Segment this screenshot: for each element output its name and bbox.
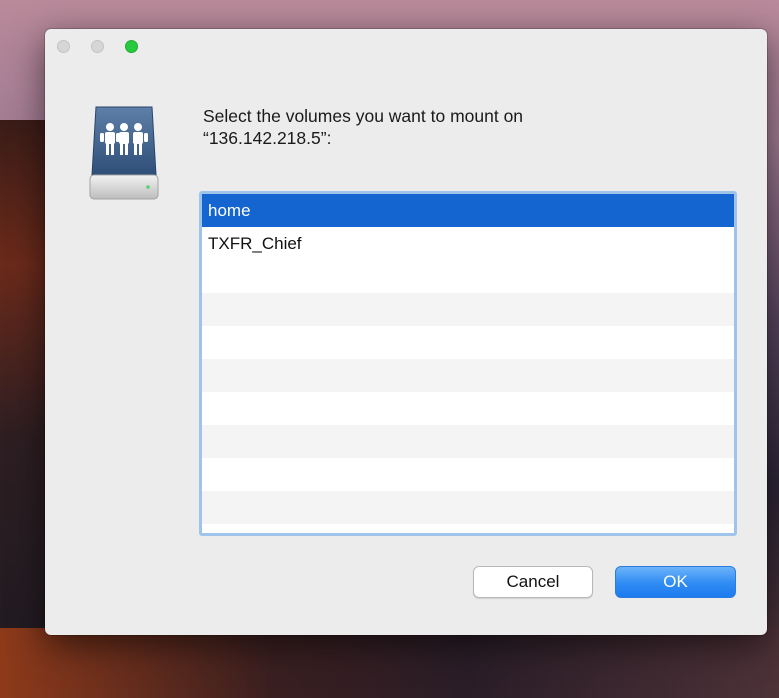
empty-row bbox=[202, 293, 734, 326]
title-bar[interactable] bbox=[45, 29, 767, 67]
empty-row bbox=[202, 326, 734, 359]
volume-list[interactable]: home TXFR_Chief bbox=[199, 191, 737, 536]
empty-row bbox=[202, 458, 734, 491]
volume-item-txfr-chief[interactable]: TXFR_Chief bbox=[202, 227, 734, 260]
empty-row bbox=[202, 425, 734, 458]
zoom-button[interactable] bbox=[125, 40, 138, 53]
cancel-button[interactable]: Cancel bbox=[473, 566, 593, 598]
empty-row bbox=[202, 260, 734, 293]
prompt-line-2: “136.142.218.5”: bbox=[203, 128, 332, 148]
close-button[interactable] bbox=[57, 40, 70, 53]
prompt-line-1: Select the volumes you want to mount on bbox=[203, 106, 524, 126]
network-share-drive-icon bbox=[88, 105, 160, 209]
mount-volumes-dialog: Select the volumes you want to mount on … bbox=[45, 29, 767, 635]
empty-row bbox=[202, 359, 734, 392]
minimize-button[interactable] bbox=[91, 40, 104, 53]
dialog-prompt: Select the volumes you want to mount on … bbox=[203, 105, 673, 149]
volume-item-home[interactable]: home bbox=[202, 194, 734, 227]
empty-row bbox=[202, 392, 734, 425]
ok-button[interactable]: OK bbox=[615, 566, 736, 598]
desktop-wallpaper-bottom bbox=[0, 628, 779, 698]
empty-row bbox=[202, 491, 734, 524]
